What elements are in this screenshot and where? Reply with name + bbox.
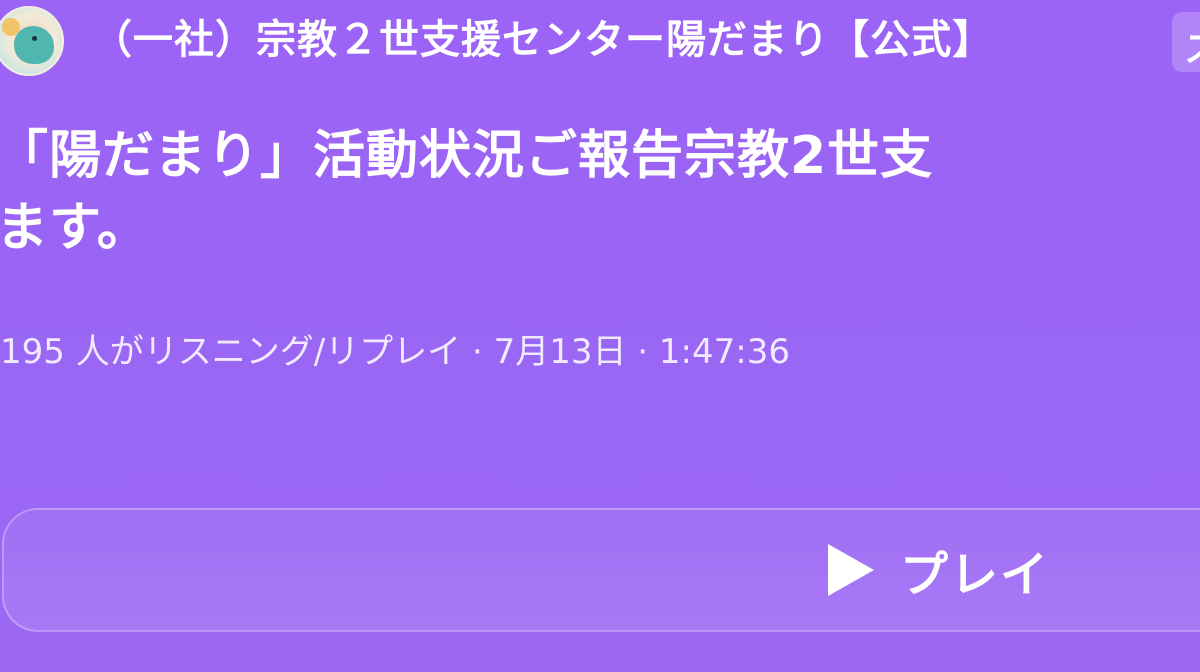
host-chip[interactable]: ス — [1172, 12, 1200, 72]
audio-space-card[interactable]: （一社）宗教２世支援センター陽だまり【公式】 ス 「陽だまり」活動状況ご報告宗教… — [0, 0, 1200, 672]
play-button[interactable]: プレイ — [2, 508, 1200, 632]
channel-avatar[interactable] — [0, 6, 64, 76]
channel-name[interactable]: （一社）宗教２世支援センター陽だまり【公式】 — [92, 14, 993, 66]
play-button-content: プレイ — [828, 538, 1051, 603]
avatar-bird-eye — [32, 36, 37, 41]
episode-title-line: ます。 — [0, 198, 150, 258]
play-icon — [828, 544, 874, 596]
host-chip-text: ス — [1184, 20, 1200, 72]
avatar-bird-graphic — [14, 26, 54, 64]
episode-title-line: 「陽だまり」活動状況ご報告宗教2世支 — [0, 126, 934, 186]
episode-meta: 195 人がリスニング/リプレイ · 7月13日 · 1:47:36 — [0, 332, 790, 372]
card-header: （一社）宗教２世支援センター陽だまり【公式】 ス — [0, 0, 1200, 80]
play-button-label: プレイ — [900, 547, 1051, 603]
episode-title[interactable]: 「陽だまり」活動状況ご報告宗教2世支 ます。 — [0, 120, 1200, 264]
